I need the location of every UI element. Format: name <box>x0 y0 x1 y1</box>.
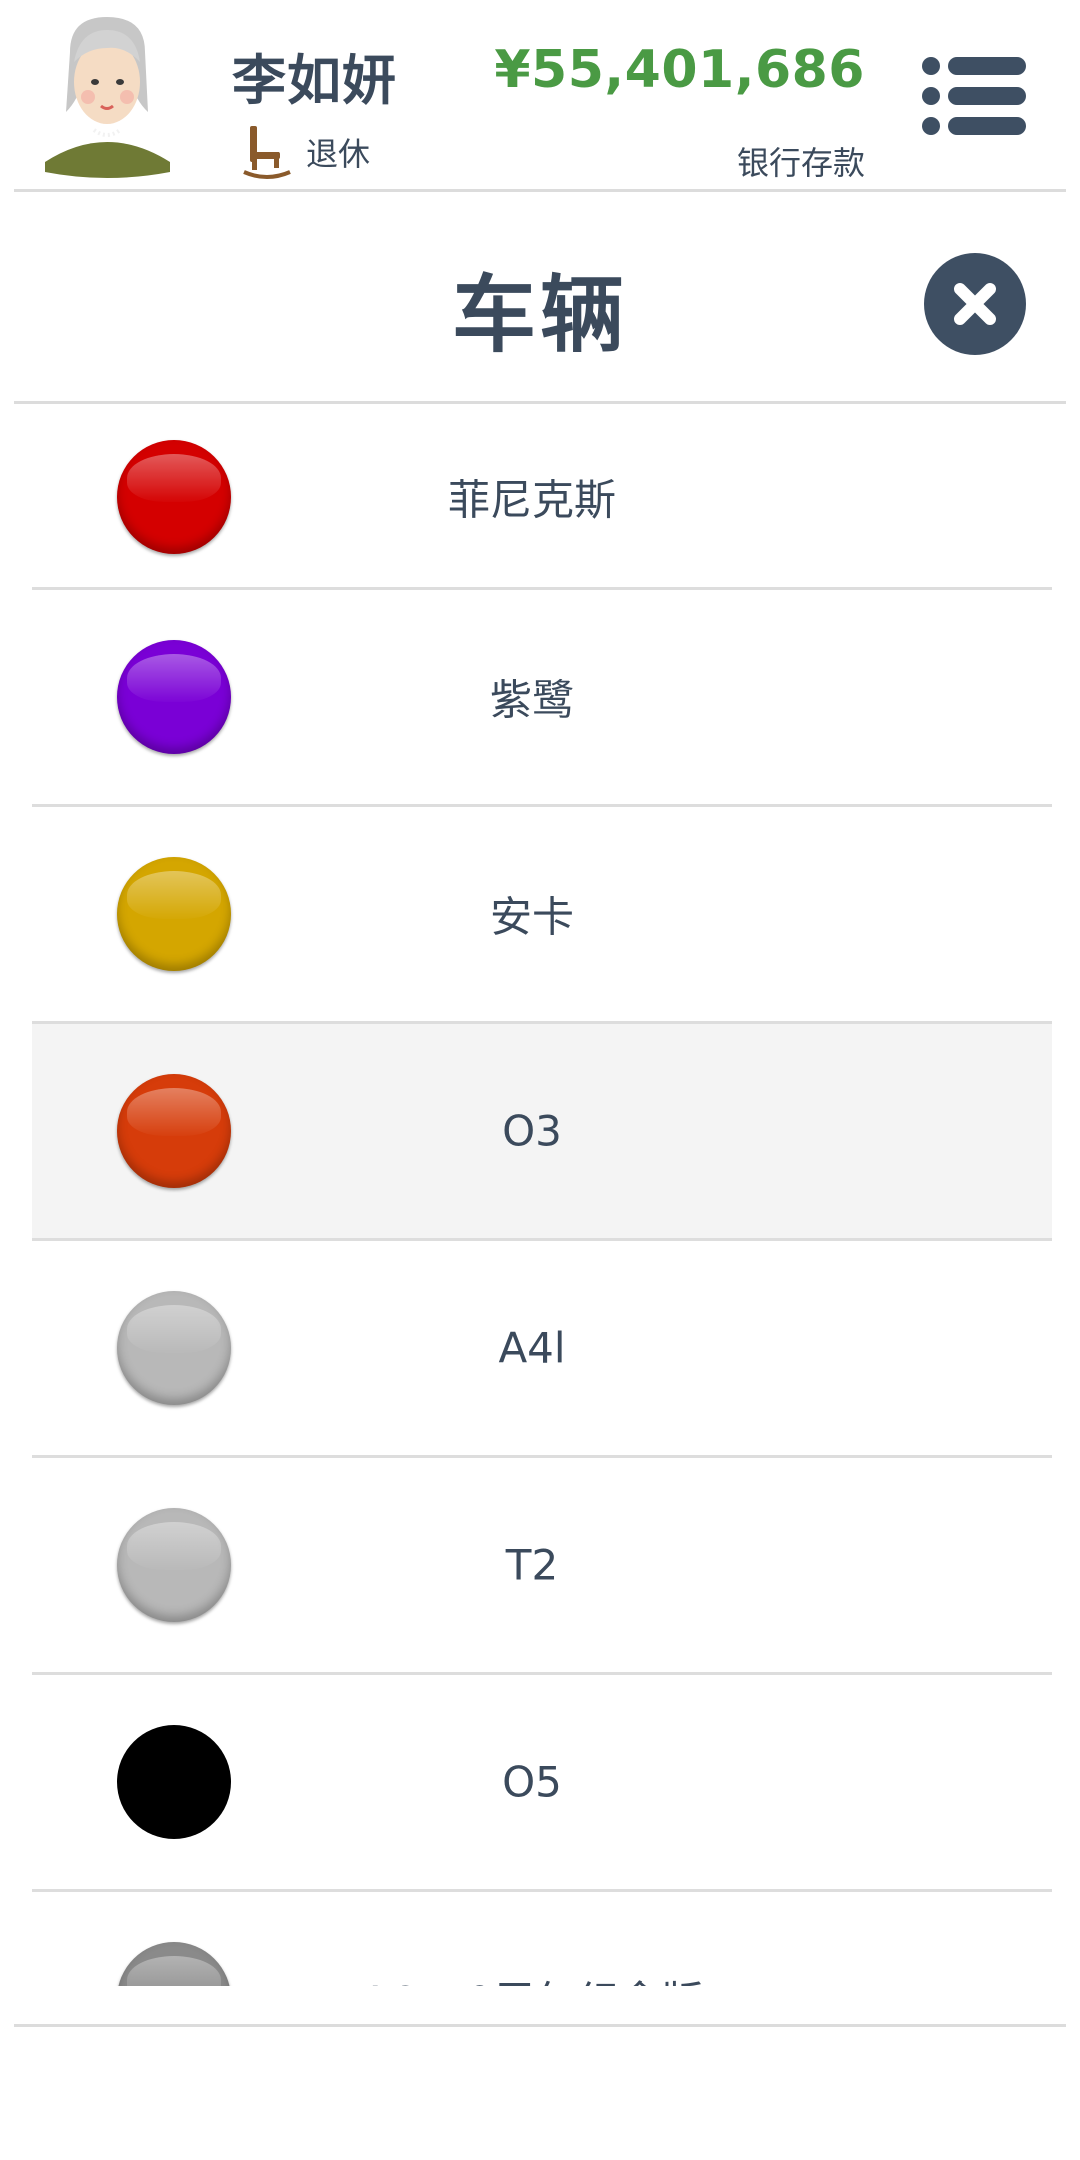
vehicle-row[interactable]: T2 <box>32 1458 1052 1675</box>
vehicle-row[interactable]: O3 <box>32 1024 1052 1241</box>
vehicle-row[interactable]: 安卡 <box>32 807 1052 1024</box>
bank-balance: ¥55,401,686 <box>494 40 865 100</box>
vehicle-row[interactable]: A4l <box>32 1241 1052 1458</box>
vehicle-list[interactable]: 菲尼克斯紫鹭安卡 O3 A4l T2 O5 A6L50周年纪念版 <box>32 406 1052 1986</box>
footer-divider <box>14 2024 1066 2027</box>
vehicle-row[interactable]: O5 <box>32 1675 1052 1892</box>
vehicle-name: A6L50周年纪念版 <box>32 1969 1032 1987</box>
user-status: 退休 <box>242 122 370 182</box>
vehicle-name: T2 <box>505 1540 559 1590</box>
close-button[interactable] <box>924 253 1026 355</box>
rocking-chair-icon <box>243 126 291 179</box>
page-title: 车辆 <box>451 266 628 364</box>
vehicle-row[interactable]: 菲尼克斯 <box>32 406 1052 590</box>
vehicle-row[interactable]: A6L50周年纪念版 <box>32 1892 1052 1986</box>
top-bar: 李如妍 退休 ¥55,401,686 银行存款 <box>0 0 1080 190</box>
close-icon <box>954 283 996 325</box>
status-label: 退休 <box>306 135 371 173</box>
header-divider <box>14 189 1066 192</box>
vehicle-name: O5 <box>502 1757 562 1807</box>
vehicle-row[interactable]: 紫鹭 <box>32 590 1052 807</box>
avatar[interactable] <box>40 12 175 182</box>
vehicle-name: 安卡 <box>489 892 574 942</box>
vehicle-name: A4l <box>498 1323 566 1373</box>
menu-list-icon[interactable] <box>922 56 1026 136</box>
user-name: 李如妍 <box>232 49 397 112</box>
vehicle-name: O3 <box>502 1106 562 1156</box>
bank-balance-label: 银行存款 <box>736 144 865 182</box>
title-divider <box>14 401 1066 404</box>
vehicle-name: 紫鹭 <box>489 675 574 725</box>
vehicle-name: 菲尼克斯 <box>447 475 616 524</box>
